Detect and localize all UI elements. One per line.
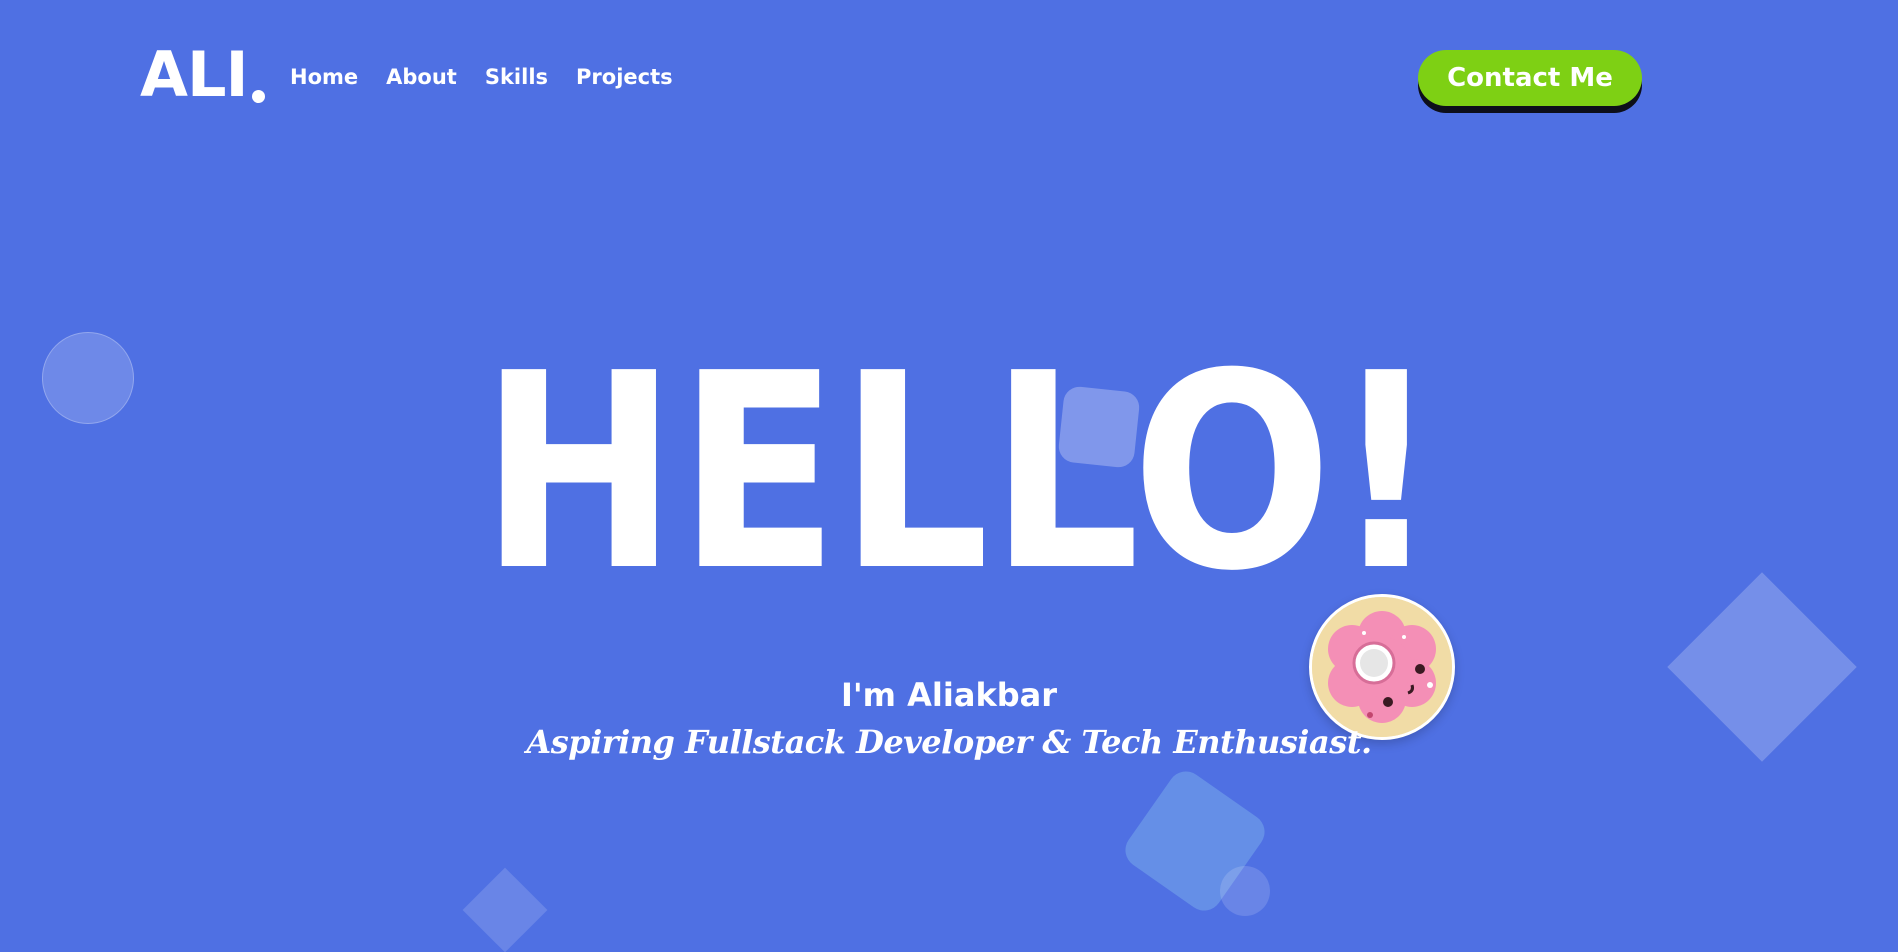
logo-dot <box>251 90 265 103</box>
logo-text: ALI <box>140 38 249 111</box>
decorative-square <box>1057 385 1141 469</box>
hero-heading: HELLO! <box>460 340 1460 590</box>
decorative-circle <box>42 332 134 424</box>
intro-name: I'm Aliakbar <box>840 676 1058 714</box>
decorative-circle-small <box>1220 866 1270 916</box>
decorative-diamond-small <box>462 867 548 952</box>
donut-avatar-icon <box>1309 594 1455 740</box>
nav-projects[interactable]: Projects <box>576 62 673 92</box>
nav-about[interactable]: About <box>386 62 457 92</box>
intro-tagline: Aspiring Fullstack Developer & Tech Enth… <box>526 723 1372 761</box>
nav-skills[interactable]: Skills <box>485 62 548 92</box>
hero-title-text: HELLO! <box>480 340 1440 590</box>
site-logo[interactable]: ALI <box>140 40 265 110</box>
main-nav: Home About Skills Projects <box>290 62 673 92</box>
nav-home[interactable]: Home <box>290 62 358 92</box>
contact-me-button[interactable]: Contact Me <box>1418 50 1642 106</box>
